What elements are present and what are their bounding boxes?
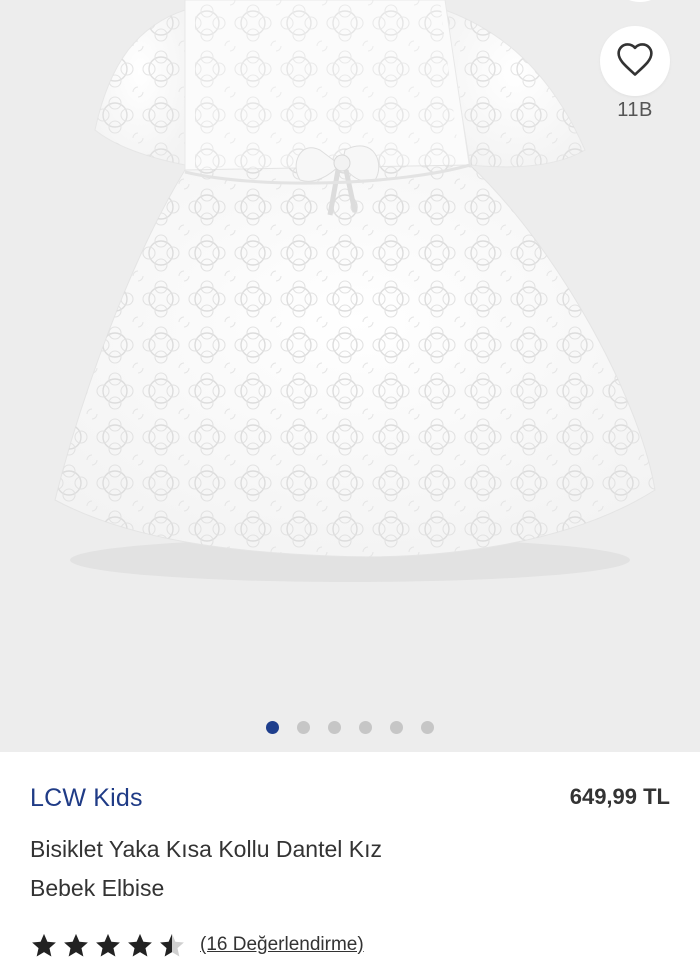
product-title-line-2: Bebek Elbise [30,875,165,901]
carousel-dot[interactable] [297,720,310,734]
product-photo[interactable] [0,0,700,752]
rating-stars [30,932,190,958]
product-image-gallery[interactable]: 11B [0,0,700,752]
star-icon [128,933,152,957]
brand-link[interactable]: LCW Kids [30,784,143,813]
product-price: 649,99 TL [569,784,670,809]
product-title: Bisiklet Yaka Kısa Kollu Dantel Kız Bebe… [30,830,510,908]
star-icon [32,933,56,957]
favorite-count: 11B [617,99,653,121]
carousel-dot[interactable] [421,720,434,734]
carousel-dot[interactable] [390,720,403,734]
reviews-link[interactable]: (16 Değerlendirme) [200,934,364,956]
star-icon [64,933,88,957]
star-icon [160,933,184,957]
carousel-indicator [0,718,700,736]
carousel-dot[interactable] [328,720,341,734]
product-info: LCW Kids 649,99 TL Bisiklet Yaka Kısa Ko… [0,752,700,980]
carousel-dot[interactable] [359,720,372,734]
carousel-dot[interactable] [266,720,279,734]
heart-outline-icon [615,41,655,82]
product-title-line-1: Bisiklet Yaka Kısa Kollu Dantel Kız [30,836,382,862]
star-icon [96,933,120,957]
favorite-button[interactable] [600,26,670,96]
rating-row[interactable]: (16 Değerlendirme) [30,932,364,958]
